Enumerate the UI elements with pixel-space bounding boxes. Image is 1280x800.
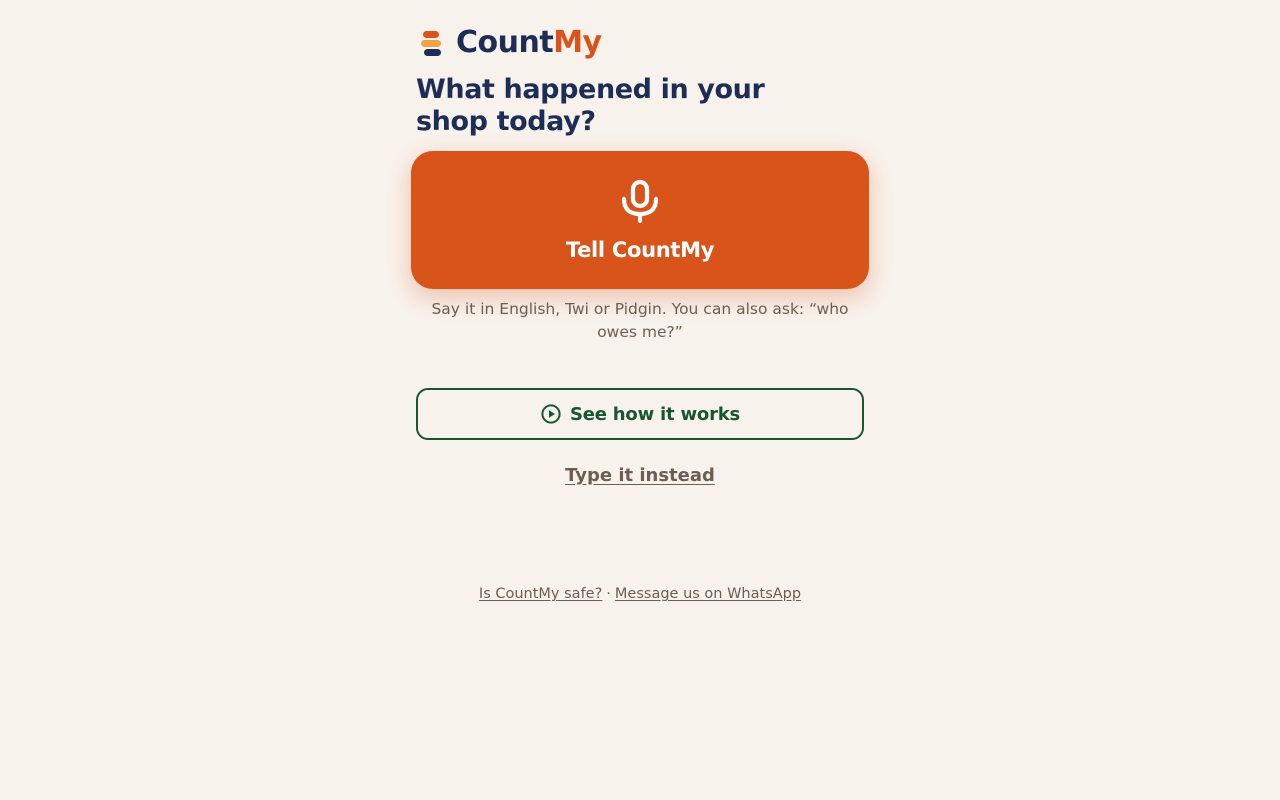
is-countmy-safe-link[interactable]: Is CountMy safe? <box>479 586 602 602</box>
brand-name-part1: Count <box>456 25 554 60</box>
tell-countmy-label: Tell CountMy <box>565 238 715 262</box>
type-it-instead-link[interactable]: Type it instead <box>416 463 864 489</box>
logo-stack-icon <box>420 28 446 58</box>
footer-separator: · <box>606 586 611 602</box>
microphone-icon <box>621 179 659 223</box>
play-circle-icon <box>541 404 561 424</box>
see-how-it-works-label: See how it works <box>569 403 741 425</box>
page-title: What happened in your shop today? <box>416 74 765 137</box>
tell-countmy-button[interactable]: Tell CountMy <box>411 151 869 289</box>
see-how-it-works-button[interactable]: See how it works <box>416 388 864 440</box>
language-hint: Say it in English, Twi or Pidgin. You ca… <box>431 300 849 341</box>
brand-logo: CountMy <box>416 26 602 60</box>
whatsapp-link[interactable]: Message us on WhatsApp <box>615 586 801 602</box>
brand-name-part2: My <box>553 25 602 60</box>
brand-name: CountMy <box>456 26 602 60</box>
footer-links: Is CountMy safe? · Message us on WhatsApp <box>416 583 864 605</box>
